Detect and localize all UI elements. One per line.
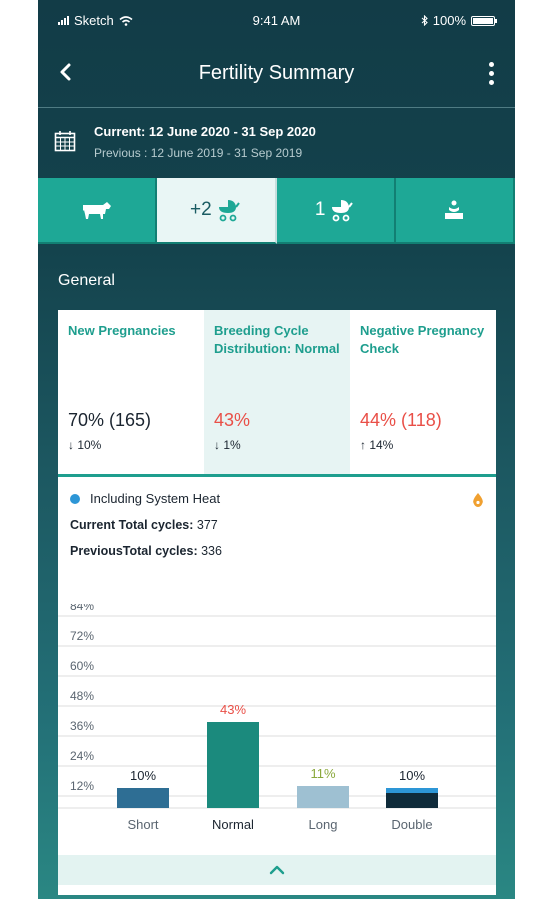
nav-bar: Fertility Summary (38, 40, 515, 108)
stat-delta: ↓ 10% (68, 438, 102, 452)
stat-delta: ↑ 14% (360, 438, 394, 452)
summary-card: New Pregnancies 70% (165) ↓ 10% Breeding… (58, 310, 496, 895)
previous-total-value: 336 (201, 544, 222, 558)
current-total-cycles: Current Total cycles: 377 (70, 518, 496, 532)
battery-icon (471, 15, 497, 26)
chart-bar-normal[interactable] (207, 722, 259, 808)
stats-row: New Pregnancies 70% (165) ↓ 10% Breeding… (58, 310, 496, 477)
stat-new-pregnancies[interactable]: New Pregnancies 70% (165) ↓ 10% (58, 310, 204, 474)
phone-screen: Sketch 9:41 AM 100% Fertility Summary Cu… (38, 0, 515, 899)
bluetooth-icon (421, 15, 428, 26)
tab-one-label: 1 (314, 199, 326, 220)
battery-level (473, 17, 493, 24)
y-tick-label: 24% (70, 749, 94, 763)
stat-value: 44% (118) (360, 410, 442, 430)
previous-total-cycles: PreviousTotal cycles: 336 (70, 544, 496, 558)
more-vertical-icon[interactable] (481, 58, 501, 88)
stat-breeding-cycle[interactable]: Breeding Cycle Distribution: Normal 43% … (204, 310, 350, 474)
cycle-distribution-chart: 84% 72% 60% 48% 36% 24% 12% 10% Short 43% Normal 11… (58, 604, 496, 832)
battery-group: 100% (421, 13, 497, 28)
y-tick-label: 12% (70, 779, 94, 793)
previous-total-label: PreviousTotal cycles: (70, 544, 198, 558)
tab-calving[interactable] (395, 178, 515, 244)
data-label: 10% (399, 768, 425, 783)
legend-label: Including System Heat (90, 491, 221, 506)
data-label: 11% (310, 766, 335, 781)
chart-bar-short[interactable] (117, 788, 169, 808)
category-label: Double (391, 817, 432, 832)
section-title: General (58, 272, 115, 289)
chart-bar-long[interactable] (297, 786, 349, 808)
date-range[interactable]: Current: 12 June 2020 - 31 Sep 2020 Prev… (38, 108, 515, 176)
data-label: 43% (220, 702, 246, 717)
stat-label: Breeding Cycle Distribution: Normal (214, 323, 340, 356)
category-label: Short (127, 817, 158, 832)
status-bar: Sketch 9:41 AM 100% (38, 0, 515, 40)
stroller-icon (218, 200, 240, 222)
y-tick-label: 48% (70, 689, 94, 703)
collapse-button[interactable] (58, 855, 496, 885)
chevron-up-icon (269, 865, 285, 875)
current-total-value: 377 (196, 518, 218, 532)
category-tabs: +2 1 (38, 178, 515, 244)
y-tick-label: 84% (70, 604, 94, 613)
stroller-icon (332, 200, 354, 222)
stat-negative-pregnancy[interactable]: Negative Pregnancy Check 44% (118) ↑ 14% (350, 310, 496, 474)
tab-one[interactable]: 1 (276, 178, 396, 244)
category-label: Long (309, 817, 338, 832)
calf-icon (445, 200, 464, 219)
calendar-icon (54, 131, 76, 152)
tab-plus-two[interactable]: +2 (157, 178, 277, 244)
stat-label: Negative Pregnancy Check (360, 323, 485, 356)
stat-value: 70% (165) (68, 410, 152, 430)
y-tick-label: 72% (70, 629, 94, 643)
page-title: Fertility Summary (198, 62, 355, 84)
cow-icon (82, 202, 111, 219)
heat-drop-icon[interactable] (472, 493, 484, 507)
y-tick-label: 60% (70, 659, 94, 673)
previous-date-range: Previous : 12 June 2019 - 31 Sep 2019 (94, 146, 303, 160)
stat-delta: ↓ 1% (214, 438, 241, 452)
data-label: 10% (130, 768, 156, 783)
legend-system-heat: Including System Heat (70, 491, 496, 506)
chart-bar-double-accent (386, 788, 438, 793)
category-label: Normal (212, 817, 254, 832)
cycle-info: Including System Heat Current Total cycl… (58, 477, 496, 607)
legend-dot (70, 493, 80, 504)
current-date-range: Current: 12 June 2020 - 31 Sep 2020 (94, 124, 316, 139)
tab-cows[interactable] (38, 178, 158, 244)
battery-percent: 100% (432, 13, 466, 28)
tab-plus-two-label: +2 (190, 199, 212, 220)
y-tick-label: 36% (70, 719, 94, 733)
current-total-label: Current Total cycles: (70, 518, 194, 532)
stat-value: 43% (214, 410, 251, 430)
stat-label: New Pregnancies (68, 323, 176, 338)
